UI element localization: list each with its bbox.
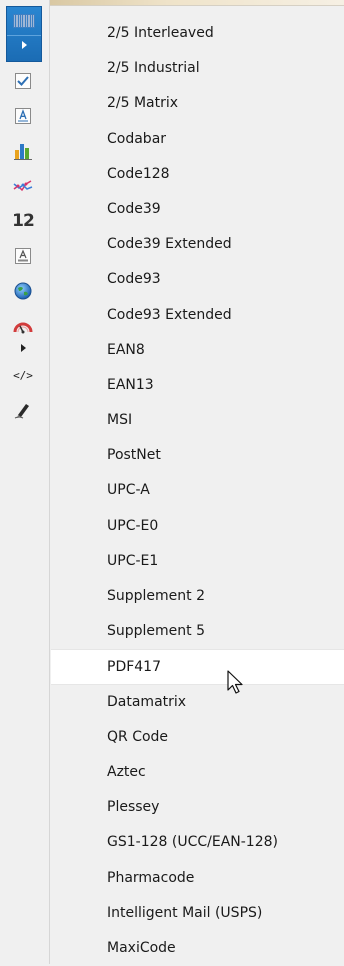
menu-item-code128[interactable]: Code128	[51, 157, 344, 192]
menu-item-supplement-5[interactable]: Supplement 5	[51, 614, 344, 649]
menu-item-supplement-2[interactable]: Supplement 2	[51, 579, 344, 614]
menu-item-datamatrix[interactable]: Datamatrix	[51, 685, 344, 720]
menu-item-2of5-industrial[interactable]: 2/5 Industrial	[51, 51, 344, 86]
menu-item-codabar[interactable]: Codabar	[51, 122, 344, 157]
menu-item-ean8[interactable]: EAN8	[51, 333, 344, 368]
menu-top-strip	[50, 0, 344, 6]
menu-item-ean13[interactable]: EAN13	[51, 368, 344, 403]
globe-icon	[14, 282, 32, 300]
label-tool-button[interactable]	[8, 103, 38, 129]
toolbox-sidebar: 12 </>	[0, 0, 50, 964]
page-number-icon: 12	[12, 211, 35, 231]
barcode-tool-button[interactable]	[6, 6, 42, 62]
checkbox-tool-button[interactable]	[8, 68, 38, 94]
menu-item-2of5-interleaved[interactable]: 2/5 Interleaved	[51, 16, 344, 51]
checkbox-icon	[15, 73, 31, 89]
barcode-dropdown-arrow[interactable]	[7, 35, 41, 54]
menu-item-upc-a[interactable]: UPC-A	[51, 473, 344, 508]
barcode-type-menu: 2/5 Interleaved 2/5 Industrial 2/5 Matri…	[51, 16, 344, 966]
menu-item-msi[interactable]: MSI	[51, 403, 344, 438]
menu-item-plessey[interactable]: Plessey	[51, 790, 344, 825]
menu-item-aztec[interactable]: Aztec	[51, 755, 344, 790]
menu-item-maxicode[interactable]: MaxiCode	[51, 931, 344, 966]
gauge-tool-button[interactable]	[8, 313, 38, 339]
page-number-tool-button[interactable]: 12	[8, 208, 38, 234]
pen-icon	[14, 404, 29, 419]
menu-item-postnet[interactable]: PostNet	[51, 438, 344, 473]
menu-item-code93-extended[interactable]: Code93 Extended	[51, 298, 344, 333]
arrow-right-icon	[20, 344, 26, 352]
html-tool-button[interactable]: </>	[8, 362, 38, 388]
code-icon: </>	[13, 368, 33, 382]
barcode-icon	[11, 7, 37, 35]
signature-tool-button[interactable]	[8, 397, 38, 423]
menu-item-code93[interactable]: Code93	[51, 262, 344, 297]
label-a-icon	[15, 108, 31, 124]
richtext-tool-button[interactable]	[8, 243, 38, 269]
menu-item-gs1-128[interactable]: GS1-128 (UCC/EAN-128)	[51, 825, 344, 860]
sparkline-icon	[13, 180, 33, 192]
chart-tool-button[interactable]	[8, 138, 38, 164]
menu-item-upc-e0[interactable]: UPC-E0	[51, 509, 344, 544]
map-tool-button[interactable]	[8, 278, 38, 304]
more-tools-button[interactable]	[8, 340, 38, 356]
menu-item-upc-e1[interactable]: UPC-E1	[51, 544, 344, 579]
sparkline-tool-button[interactable]	[8, 173, 38, 199]
menu-item-intelligent-mail[interactable]: Intelligent Mail (USPS)	[51, 896, 344, 931]
menu-item-2of5-matrix[interactable]: 2/5 Matrix	[51, 86, 344, 121]
richtext-icon	[15, 248, 31, 264]
menu-item-code39-extended[interactable]: Code39 Extended	[51, 227, 344, 262]
arrow-right-icon	[21, 41, 27, 49]
menu-item-qr-code[interactable]: QR Code	[51, 720, 344, 755]
menu-item-pdf417[interactable]: PDF417	[51, 649, 344, 685]
bar-chart-icon	[14, 144, 32, 160]
gauge-icon	[13, 322, 33, 334]
menu-item-pharmacode[interactable]: Pharmacode	[51, 861, 344, 896]
menu-item-code39[interactable]: Code39	[51, 192, 344, 227]
